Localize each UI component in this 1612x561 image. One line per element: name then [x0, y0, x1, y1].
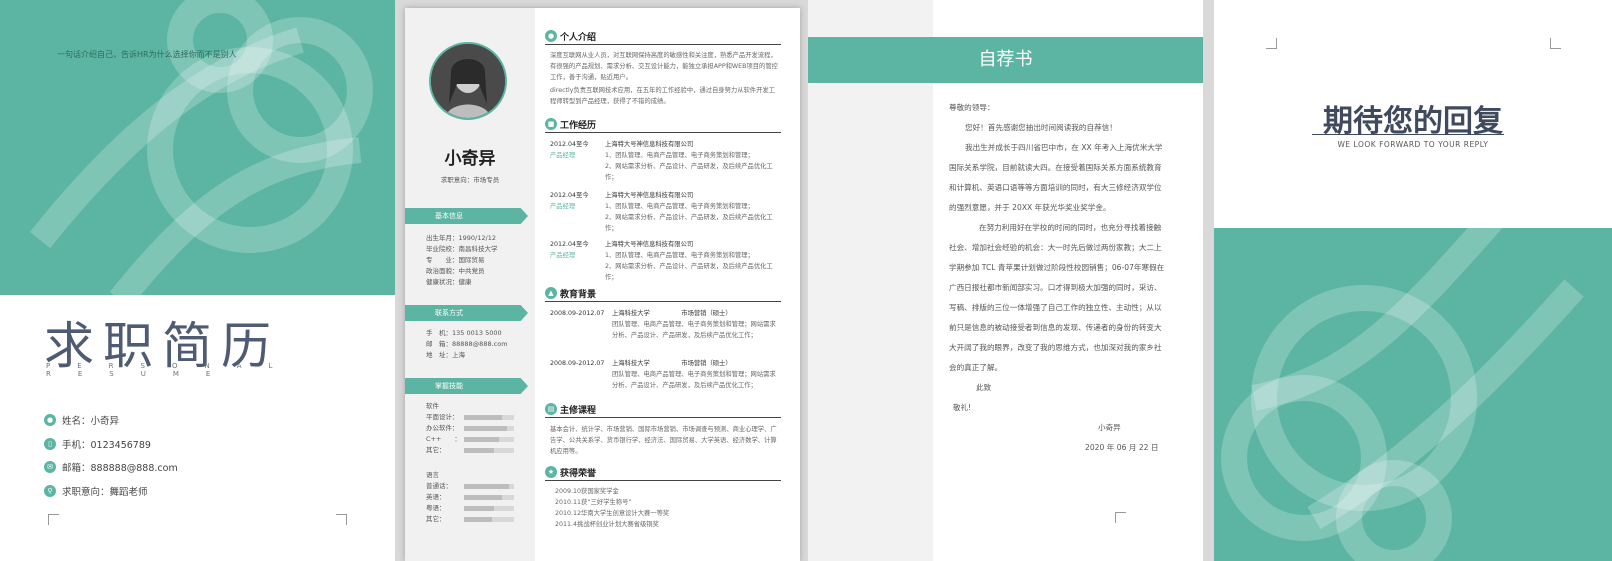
skill-row: 办公软件： [426, 423, 514, 434]
work-heading: ■ 工作经历 [545, 118, 781, 133]
contact-list: 手 机：135 0013 5000 邮 箱：88888@888.com 地 址：… [426, 329, 508, 359]
basic-info-list: 出生年月：1990/12/12 毕业院校：南昌科技大学 专 业：国际贸易 政治面… [426, 234, 498, 286]
letter-paragraph: 我出生并成长于四川省巴中市，在 XX 年考入上海优米大学国际关系学院，目前就读大… [949, 143, 1163, 212]
cover-info-intent: ⚲ 求职意向：舞蹈老师 [44, 484, 148, 498]
avatar [429, 42, 507, 120]
education-entry: 2008.09-2012.07 上海科技大学 市场营销（硕士） 团队管理、电商产品… [550, 310, 776, 339]
language-skills: 语言 普通话： 英语： 粤语： 其它： [426, 470, 514, 525]
corner-mark [336, 514, 347, 525]
mail-icon: ✉ [44, 461, 56, 473]
corner-mark [1115, 512, 1126, 523]
skill-row: C++ ： [426, 434, 514, 445]
letter-greeting: 尊敬的领导： [949, 103, 995, 112]
cover-swirl-graphic [29, 0, 373, 295]
honors-heading: ★ 获得荣誉 [545, 466, 781, 481]
title-underline [1312, 134, 1504, 135]
cover-letter-page: 自荐书 尊敬的领导： 您好！首先感谢您抽出时间阅读我的自荐信！ 我出生并成长于四… [808, 0, 1203, 561]
cover-info-mail: ✉ 邮箱：888888@888.com [44, 460, 178, 474]
education-entry: 2008.09-2012.07 上海科技大学 市场营销（硕士） 团队管理、电商产品… [550, 360, 776, 389]
search-icon: ⚲ [44, 485, 56, 497]
trophy-icon: ★ [545, 466, 557, 478]
contact-heading: 联系方式 [405, 305, 528, 321]
skill-row: 英语： [426, 492, 514, 503]
resume-page: 小奇异 求职意向：市场专员 基本信息 出生年月：1990/12/12 毕业院校：… [405, 8, 800, 561]
resume-job-intent: 求职意向：市场专员 [440, 176, 500, 184]
education-heading: ▲ 教育背景 [545, 287, 781, 302]
skill-bar [464, 436, 514, 442]
skill-row: 粤语： [426, 503, 514, 514]
courses-heading: ▤ 主修课程 [545, 403, 781, 418]
cover-subtitle: PERSONAL RESUME [46, 362, 300, 378]
corner-mark [1266, 38, 1277, 49]
work-entry: 2012.04至今 产品经理 上海特大号神信息科技有限公司 1、团队管理、电商产品管… [550, 241, 773, 281]
cover-top-panel: 一句话介绍自己，告诉HR为什么选择你而不是别人 [0, 0, 395, 295]
courses-text: 基本会计、统计学、市场营销、国际市场营销、市场调查与预测、商业心理学、广告学、公… [550, 426, 777, 455]
letter-paragraph: 您好！首先感谢您抽出时间阅读我的自荐信！ [965, 123, 1117, 132]
person-icon: ● [44, 414, 56, 426]
phone-icon: ▯ [44, 438, 56, 450]
briefcase-icon: ■ [545, 118, 557, 130]
skill-bar [464, 483, 514, 489]
software-skills: 软件 平面设计： 办公软件： C++ ： 其它： [426, 401, 514, 456]
letter-title-banner: 自荐书 [808, 37, 1203, 83]
back-bottom-panel [1214, 228, 1612, 561]
cover-tagline: 一句话介绍自己，告诉HR为什么选择你而不是别人 [57, 50, 237, 59]
skill-bar [464, 425, 514, 431]
corner-mark [48, 514, 59, 525]
skill-row: 其它： [426, 514, 514, 525]
letter-closing: 此致 [976, 383, 992, 392]
cover-info-name: ● 姓名：小奇异 [44, 413, 119, 427]
back-swirl-graphic [1221, 228, 1584, 561]
resume-left-column: 小奇异 求职意向：市场专员 基本信息 出生年月：1990/12/12 毕业院校：… [405, 8, 535, 561]
letter-signer: 小奇异 [1098, 423, 1121, 432]
work-entry: 2012.04至今 产品经理 上海特大号神信息科技有限公司 1、团队管理、电商产品管… [550, 192, 773, 232]
cover-info-phone: ▯ 手机：0123456789 [44, 437, 151, 451]
graduation-cap-icon: ▲ [545, 287, 557, 299]
skill-bar [464, 494, 514, 500]
skill-row: 其它： [426, 445, 514, 456]
person-icon: ● [545, 30, 557, 42]
intro-heading: ● 个人介绍 [545, 30, 781, 45]
skill-row: 普通话： [426, 481, 514, 492]
honors-list: 2009.10获国家奖学金 2010.11获“三好学生称号” 2010.12华南… [555, 488, 670, 528]
corner-mark [1550, 38, 1561, 49]
letter-closing: 敬礼! [953, 403, 972, 412]
book-icon: ▤ [545, 403, 557, 415]
cover-page: 一句话介绍自己，告诉HR为什么选择你而不是别人 求职简历 PERSONAL RE… [0, 0, 395, 561]
skill-row: 平面设计： [426, 412, 514, 423]
skill-bar [464, 516, 514, 522]
basic-info-heading: 基本信息 [405, 208, 528, 224]
back-subtitle: WE LOOK FORWARD TO YOUR REPLY [1337, 140, 1489, 149]
letter-paragraph: 在努力利用好在学校的时间的同时，也充分寻找着接触社会、增加社会经验的机会：大一时… [949, 223, 1165, 372]
work-entry: 2012.04至今 产品经理 上海特大号神信息科技有限公司 1、团队管理、电商产品管… [550, 141, 773, 181]
portrait-image [431, 44, 505, 118]
back-cover-page: 期待您的回复 WE LOOK FORWARD TO YOUR REPLY [1214, 0, 1612, 561]
skill-bar [464, 414, 514, 420]
skill-bar [464, 505, 514, 511]
resume-name: 小奇异 [444, 149, 496, 169]
intro-text: 深度互联网从业人员，对互联网保持高度的敏感性和关注度，熟悉产品开发流程，有很强的… [550, 52, 778, 105]
skills-heading: 掌握技能 [405, 378, 528, 394]
letter-date: 2020 年 06 月 22 日 [1085, 443, 1159, 452]
skill-bar [464, 447, 514, 453]
